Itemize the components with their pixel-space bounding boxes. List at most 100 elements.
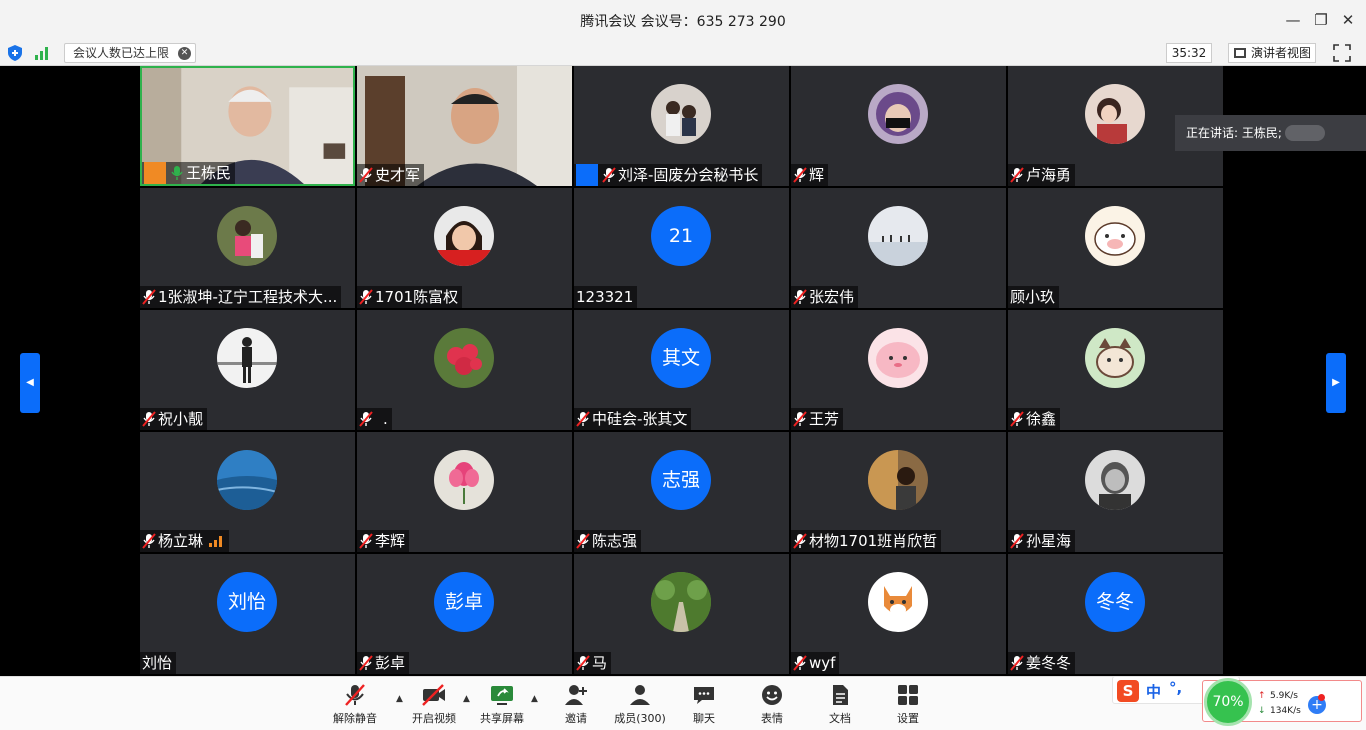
participant-tile[interactable]: 祝小靓 (140, 310, 355, 430)
audio-options-caret-icon[interactable]: ▲ (396, 694, 406, 704)
participant-name-tag: 刘泽-固废分会秘书长 (574, 164, 763, 186)
participant-name-tag: 中硅会-张其文 (574, 408, 692, 430)
speaker-view-label: 演讲者视图 (1251, 46, 1312, 60)
upload-arrow-icon: ↑ (1258, 691, 1266, 701)
close-notice-icon[interactable]: ✕ (178, 47, 192, 60)
documents-button[interactable]: 文档 (824, 683, 856, 729)
avatar-image (651, 572, 711, 632)
reactions-button[interactable]: 表情 (756, 683, 788, 729)
participant-name-tag: 1701陈富权 (357, 286, 463, 308)
minimize-button[interactable]: — (1282, 10, 1304, 30)
participant-name-tag: 张宏伟 (791, 286, 859, 308)
avatar-image (666, 101, 696, 136)
avatar (651, 84, 711, 144)
avatar (217, 206, 277, 266)
participant-tile[interactable]: 李辉 (357, 432, 572, 552)
title-bar: 腾讯会议 会议号：635 273 290 — ❐ ✕ (0, 0, 1366, 40)
unmute-button[interactable]: 解除静音 (330, 683, 380, 729)
participant-tile[interactable]: 彭卓 彭卓 (357, 554, 572, 674)
chat-icon (694, 687, 714, 704)
participant-tile[interactable]: 1张淑坤-辽宁工程技术大... (140, 188, 355, 308)
participant-name: 辉 (809, 166, 825, 184)
participant-tile[interactable]: 王芳 (791, 310, 1006, 430)
members-icon (630, 685, 650, 705)
participant-tile[interactable]: 辉 (791, 66, 1006, 186)
participant-tile[interactable]: 张宏伟 (791, 188, 1006, 308)
participant-tile[interactable]: 杨立琳 (140, 432, 355, 552)
audio-level-icon (209, 536, 223, 547)
avatar (1085, 206, 1145, 266)
avatar: 冬冬 (1085, 572, 1145, 632)
fullscreen-icon[interactable] (1333, 44, 1351, 62)
shield-icon[interactable] (8, 45, 22, 61)
participant-tile[interactable]: . (357, 310, 572, 430)
avatar-image (449, 462, 479, 504)
mic-muted-icon (602, 167, 616, 183)
video-options-caret-icon[interactable]: ▲ (463, 694, 473, 704)
share-screen-label: 共享屏幕 (480, 712, 524, 725)
sogou-logo-icon[interactable]: S (1117, 680, 1139, 702)
participant-name: 史才军 (375, 166, 421, 184)
share-screen-button[interactable]: 共享屏幕 (476, 683, 528, 729)
start-video-button[interactable]: 开启视频 (408, 683, 460, 729)
participant-tile[interactable]: 刘怡 刘怡 (140, 554, 355, 674)
avatar-image (884, 586, 912, 616)
participant-tile[interactable]: 史才军 (357, 66, 572, 186)
document-icon (833, 685, 848, 705)
download-arrow-icon: ↓ (1258, 706, 1266, 716)
participant-name: 姜冬冬 (1026, 654, 1072, 672)
participant-name-tag: 王芳 (791, 408, 844, 430)
mic-muted-icon (1010, 167, 1024, 183)
avatar: 志强 (651, 450, 711, 510)
signal-icon[interactable] (35, 46, 50, 60)
notification-dot-icon (1318, 694, 1325, 701)
avatar-image (434, 221, 494, 266)
participant-name: 祝小靓 (158, 410, 204, 428)
avatar-image (235, 220, 263, 258)
participant-tile[interactable]: 志强 陈志强 (574, 432, 789, 552)
mic-muted-icon (359, 167, 373, 183)
participant-tile[interactable]: 1701陈富权 (357, 188, 572, 308)
participant-tile[interactable]: 孙星海 (1008, 432, 1223, 552)
upload-speed: 5.9K/s (1270, 691, 1298, 701)
close-button[interactable]: ✕ (1337, 10, 1359, 30)
speaker-view-button[interactable]: 演讲者视图 (1228, 43, 1316, 63)
restore-button[interactable]: ❐ (1310, 10, 1332, 30)
participant-name-tag: 材物1701班肖欣哲 (791, 530, 942, 552)
ime-punctuation-toggle[interactable]: °, (1169, 679, 1182, 697)
participant-name: 张宏伟 (809, 288, 855, 306)
avatar (868, 206, 928, 266)
avatar (651, 572, 711, 632)
avatar (868, 328, 928, 388)
participant-tile[interactable]: 冬冬 姜冬冬 (1008, 554, 1223, 674)
participant-tile[interactable]: 刘泽-固废分会秘书长 (574, 66, 789, 186)
participant-name-tag: 祝小靓 (140, 408, 208, 430)
chat-label: 聊天 (693, 712, 715, 725)
participant-name-tag: 顾小玖 (1008, 286, 1060, 308)
participant-tile[interactable]: 王栋民 (140, 66, 355, 186)
participant-tile[interactable]: 徐鑫 (1008, 310, 1223, 430)
avatar-image (1094, 222, 1136, 256)
participant-name-tag: 马 (574, 652, 612, 674)
participant-tile[interactable]: 材物1701班肖欣哲 (791, 432, 1006, 552)
participant-tile[interactable]: 顾小玖 (1008, 188, 1223, 308)
participant-tile[interactable]: 21 123321 (574, 188, 789, 308)
share-options-caret-icon[interactable]: ▲ (531, 694, 541, 704)
participant-tile[interactable]: wyf (791, 554, 1006, 674)
participant-name-tag: 姜冬冬 (1008, 652, 1076, 674)
members-button[interactable]: 成员(300) (612, 683, 668, 729)
unmute-label: 解除静音 (333, 712, 377, 725)
avatar (1085, 450, 1145, 510)
chat-button[interactable]: 聊天 (688, 683, 720, 729)
participant-tile[interactable]: 其文 中硅会-张其文 (574, 310, 789, 430)
mic-muted-icon (1010, 411, 1024, 427)
participant-name: . (383, 410, 388, 428)
ime-mode-toggle[interactable]: 中 (1146, 681, 1161, 702)
participant-name: 材物1701班肖欣哲 (809, 532, 938, 550)
previous-page-button[interactable]: ◀ (20, 353, 40, 413)
settings-button[interactable]: 设置 (892, 683, 924, 729)
invite-button[interactable]: 邀请 (560, 683, 592, 729)
participant-tile[interactable]: 马 (574, 554, 789, 674)
next-page-button[interactable]: ▶ (1326, 353, 1346, 413)
mic-muted-icon (359, 655, 373, 671)
